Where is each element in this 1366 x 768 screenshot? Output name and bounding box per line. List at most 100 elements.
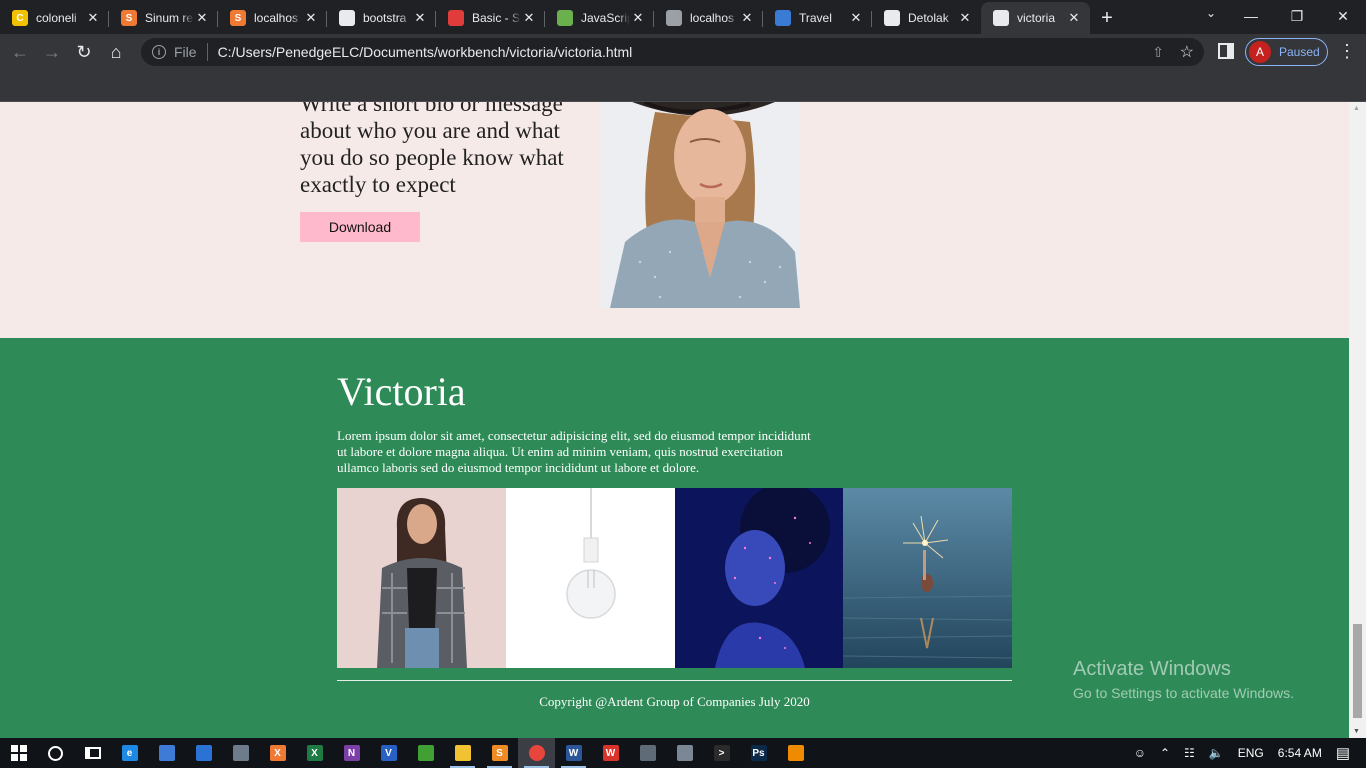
taskbar-cmd-icon[interactable]: > — [703, 738, 740, 768]
taskbar-edge-icon[interactable]: e — [111, 738, 148, 768]
wifi-icon[interactable]: ☷ — [1184, 746, 1195, 760]
language-indicator[interactable]: ENG — [1238, 746, 1264, 760]
tab-title: bootstra — [363, 11, 407, 25]
bookmark-star-icon[interactable]: ☆ — [1180, 42, 1194, 62]
browser-tab[interactable]: victoria ✕ — [981, 2, 1090, 34]
footer-copyright: Copyright @Ardent Group of Companies Jul… — [539, 694, 810, 709]
reload-icon[interactable]: ↻ — [68, 36, 100, 68]
taskbar-excel-icon[interactable]: X — [296, 738, 333, 768]
scroll-up-arrow-icon[interactable]: ▲ — [1353, 105, 1360, 112]
browser-tab[interactable]: Detolak ✕ — [872, 2, 981, 34]
tab-title: Basic - S — [472, 11, 521, 25]
tab-close-icon[interactable]: ✕ — [739, 10, 755, 26]
people-icon[interactable]: ☺ — [1134, 746, 1146, 760]
taskbar-defender-icon[interactable] — [185, 738, 222, 768]
taskbar-chrome-icon[interactable] — [518, 738, 555, 768]
browser-tab[interactable]: Slocalhos ✕ — [218, 2, 327, 34]
taskbar-vlc-icon[interactable] — [777, 738, 814, 768]
browser-tab[interactable]: JavaScrip ✕ — [545, 2, 654, 34]
tab-search-chevron-icon[interactable]: ⌄ — [1206, 6, 1216, 20]
taskbar-word-icon[interactable]: W — [555, 738, 592, 768]
tab-favicon-icon — [557, 10, 573, 26]
remote-desktop-glyph — [232, 745, 249, 761]
taskbar-remote-desktop-icon[interactable] — [222, 738, 259, 768]
download-button[interactable]: Download — [300, 212, 420, 242]
minimize-icon[interactable]: — — [1228, 0, 1274, 32]
hero-section: Write a short bio or message about who y… — [0, 102, 1349, 338]
tab-close-icon[interactable]: ✕ — [1066, 10, 1082, 26]
back-icon[interactable]: ← — [4, 36, 36, 68]
chrome-glyph — [528, 745, 545, 761]
browser-tab[interactable]: Ccoloneli ✕ — [0, 2, 109, 34]
scroll-down-arrow-icon[interactable]: ▼ — [1353, 728, 1360, 735]
menu-kebab-icon[interactable]: ⋮ — [1338, 42, 1356, 60]
taskbar-file-explorer-icon[interactable] — [444, 738, 481, 768]
taskbar-vs-icon[interactable]: V — [370, 738, 407, 768]
tab-favicon-icon — [339, 10, 355, 26]
tab-close-icon[interactable]: ✕ — [848, 10, 864, 26]
taskbar-apps: e X X N V S W W > Ps — [111, 738, 814, 768]
page-scrollbar[interactable]: ▲ ▼ — [1349, 102, 1366, 738]
wps-glyph: W — [602, 745, 619, 761]
tab-close-icon[interactable]: ✕ — [630, 10, 646, 26]
profile-button[interactable]: A Paused — [1245, 38, 1328, 66]
browser-tab[interactable]: S Sinum re ✕ — [109, 2, 218, 34]
tab-close-icon[interactable]: ✕ — [412, 10, 428, 26]
taskbar-wps-icon[interactable]: W — [592, 738, 629, 768]
url-text[interactable]: C:/Users/PenedgeELC/Documents/workbench/… — [218, 44, 633, 60]
new-tab-plus-icon[interactable]: + — [1090, 2, 1124, 34]
cortana-search-icon[interactable] — [37, 738, 74, 768]
tab-title: localhos — [254, 11, 299, 25]
tab-favicon-icon: S — [230, 10, 246, 26]
tab-favicon-icon — [884, 10, 900, 26]
tab-title: JavaScrip — [581, 11, 630, 25]
edge-glyph: e — [121, 745, 138, 761]
notifications-icon[interactable]: ▤ — [1336, 744, 1350, 762]
tab-close-icon[interactable]: ✕ — [194, 10, 210, 26]
gallery-photo-glitter-portrait — [674, 488, 844, 668]
store-glyph — [158, 745, 175, 761]
address-bar[interactable]: i File C:/Users/PenedgeELC/Documents/wor… — [141, 38, 1204, 66]
clock[interactable]: 6:54 AM — [1278, 746, 1322, 760]
volume-muted-icon[interactable]: 🔈 — [1209, 746, 1224, 760]
show-hidden-icons-chevron-icon[interactable]: ⌃ — [1160, 746, 1170, 760]
watermark-title: Activate Windows — [1073, 658, 1231, 680]
tab-close-icon[interactable]: ✕ — [303, 10, 319, 26]
vlc-glyph — [787, 745, 804, 761]
gallery-photo-lightbulb — [505, 488, 675, 668]
start-windows-icon[interactable] — [0, 738, 37, 768]
taskbar-sublime-icon[interactable]: S — [481, 738, 518, 768]
word-glyph: W — [565, 745, 582, 761]
window-controls: — ❐ ✕ — [1228, 0, 1366, 32]
taskbar-onenote-icon[interactable]: N — [333, 738, 370, 768]
taskbar-xbox-icon[interactable] — [407, 738, 444, 768]
taskbar-photoshop-icon[interactable]: Ps — [740, 738, 777, 768]
onenote-glyph: N — [343, 745, 360, 761]
profile-status: Paused — [1279, 45, 1320, 59]
taskbar-xampp-icon[interactable]: X — [259, 738, 296, 768]
forward-icon[interactable]: → — [36, 36, 68, 68]
tab-close-icon[interactable]: ✕ — [85, 10, 101, 26]
tab-close-icon[interactable]: ✕ — [957, 10, 973, 26]
side-panel-icon[interactable] — [1218, 43, 1234, 59]
scrollbar-thumb[interactable] — [1353, 624, 1362, 718]
tab-favicon-icon — [775, 10, 791, 26]
taskbar-store-icon[interactable] — [148, 738, 185, 768]
defender-glyph — [195, 745, 212, 761]
taskbar-calculator-icon[interactable] — [629, 738, 666, 768]
close-window-icon[interactable]: ✕ — [1320, 0, 1366, 32]
site-info-icon[interactable]: i — [152, 45, 166, 59]
system-tray: ☺ ⌃ ☷ 🔈 ENG 6:54 AM ▤ — [1127, 738, 1366, 768]
browser-tab[interactable]: Basic - S ✕ — [436, 2, 545, 34]
tab-title: Sinum re — [145, 11, 194, 25]
restore-icon[interactable]: ❐ — [1274, 0, 1320, 32]
share-icon[interactable]: ⇧ — [1152, 44, 1164, 61]
browser-tab[interactable]: Travel ✕ — [763, 2, 872, 34]
task-view-icon[interactable] — [74, 738, 111, 768]
tab-title: Detolak — [908, 11, 949, 25]
browser-tab[interactable]: bootstra ✕ — [327, 2, 436, 34]
taskbar-vpn-icon[interactable] — [666, 738, 703, 768]
browser-tab[interactable]: localhos ✕ — [654, 2, 763, 34]
tab-close-icon[interactable]: ✕ — [521, 10, 537, 26]
home-icon[interactable]: ⌂ — [100, 36, 132, 68]
